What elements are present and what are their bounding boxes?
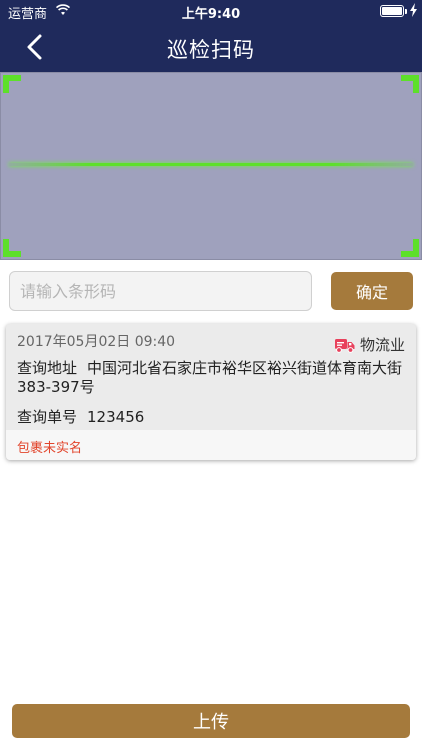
charging-bolt-icon [410, 3, 417, 17]
category-tag: 物流业 [334, 334, 405, 355]
status-time: 上午9:40 [181, 7, 241, 22]
confirm-button[interactable]: 确定 [331, 272, 413, 310]
scan-frame-corner-top-left [3, 75, 21, 93]
upload-button[interactable]: 上传 [12, 704, 410, 738]
inspection-record-card[interactable]: 2017年05月02日 09:40 物流业 查询地址 中国河北省石家庄市裕华区裕兴… [6, 324, 416, 460]
nav-bar: 巡检扫码 [0, 22, 422, 72]
address-row: 查询地址 中国河北省石家庄市裕华区裕兴街道体育南大街383-397号 [17, 359, 407, 397]
warning-text: 包裹未实名 [17, 441, 83, 456]
record-datetime: 2017年05月02日 09:40 [17, 334, 176, 350]
order-row: 查询单号 123456 [17, 406, 144, 427]
barcode-input[interactable] [9, 271, 312, 311]
scan-frame-corner-top-right [401, 75, 419, 93]
category-label: 物流业 [359, 336, 405, 354]
battery-icon [380, 5, 404, 17]
truck-icon [334, 338, 355, 353]
warning-row: 包裹未实名 [6, 430, 416, 460]
order-label: 查询单号 [17, 408, 78, 426]
battery-tip [405, 9, 407, 14]
scan-frame-corner-bottom-left [3, 239, 21, 257]
page-title: 巡检扫码 [167, 38, 255, 62]
status-bar: 运营商 上午9:40 [0, 0, 422, 22]
scan-line [9, 163, 413, 166]
scan-frame-corner-bottom-right [401, 239, 419, 257]
order-number: 123456 [87, 408, 145, 426]
address-label: 查询地址 [17, 359, 78, 377]
scanner-viewfinder [0, 72, 422, 260]
